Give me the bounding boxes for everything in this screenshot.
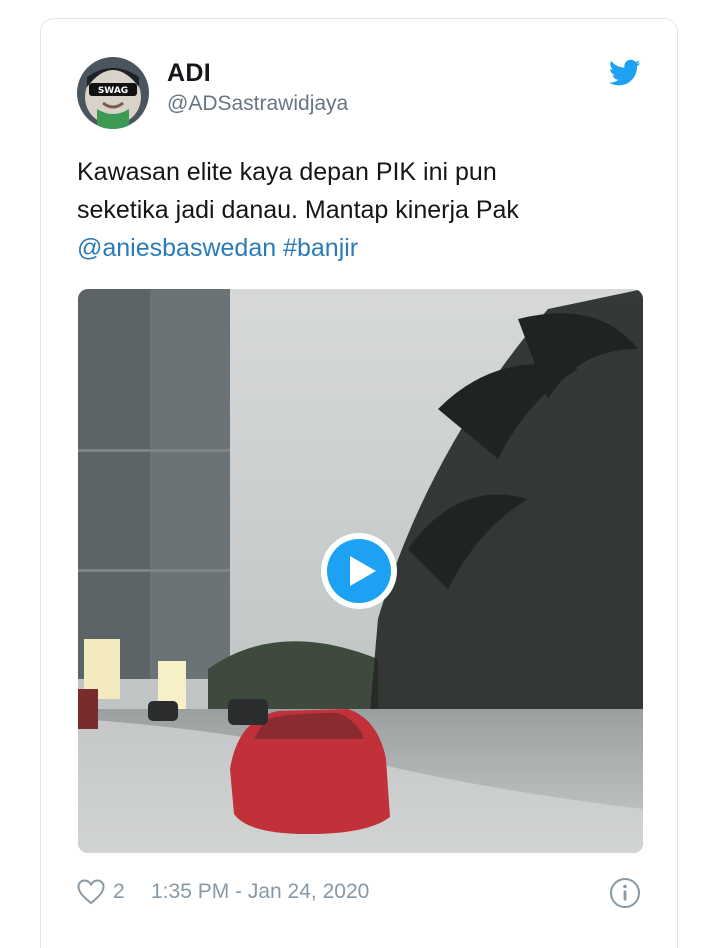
author-name[interactable]: ADI: [167, 59, 211, 88]
author-handle[interactable]: @ADSastrawidjaya: [167, 92, 348, 116]
tweet-text: Kawasan elite kaya depan PIK ini pun sek…: [77, 153, 637, 267]
avatar[interactable]: SWAG: [77, 57, 149, 129]
play-icon[interactable]: [320, 532, 398, 610]
tweet-card: SWAG ADI @ADSastrawidjaya Kawasan elite …: [40, 18, 678, 948]
video-media[interactable]: [78, 289, 643, 853]
twitter-bird-icon[interactable]: [609, 59, 641, 87]
hashtag-link[interactable]: #banjir: [283, 234, 358, 262]
info-icon[interactable]: [609, 877, 641, 909]
tweet-text-line-1: Kawasan elite kaya depan PIK ini pun: [77, 158, 497, 186]
tweet-footer: 2 1:35 PM - Jan 24, 2020: [77, 877, 645, 911]
avatar-image: SWAG: [77, 57, 149, 129]
avatar-caption: SWAG: [98, 86, 128, 96]
like-count[interactable]: 2: [113, 880, 125, 904]
timestamp[interactable]: 1:35 PM - Jan 24, 2020: [151, 880, 369, 904]
tweet-text-line-2: seketika jadi danau. Mantap kinerja Pak: [77, 196, 519, 224]
tweet-text-line-3: @aniesbaswedan #banjir: [77, 229, 637, 267]
heart-icon[interactable]: [77, 879, 105, 905]
mention-link[interactable]: @aniesbaswedan: [77, 234, 276, 262]
